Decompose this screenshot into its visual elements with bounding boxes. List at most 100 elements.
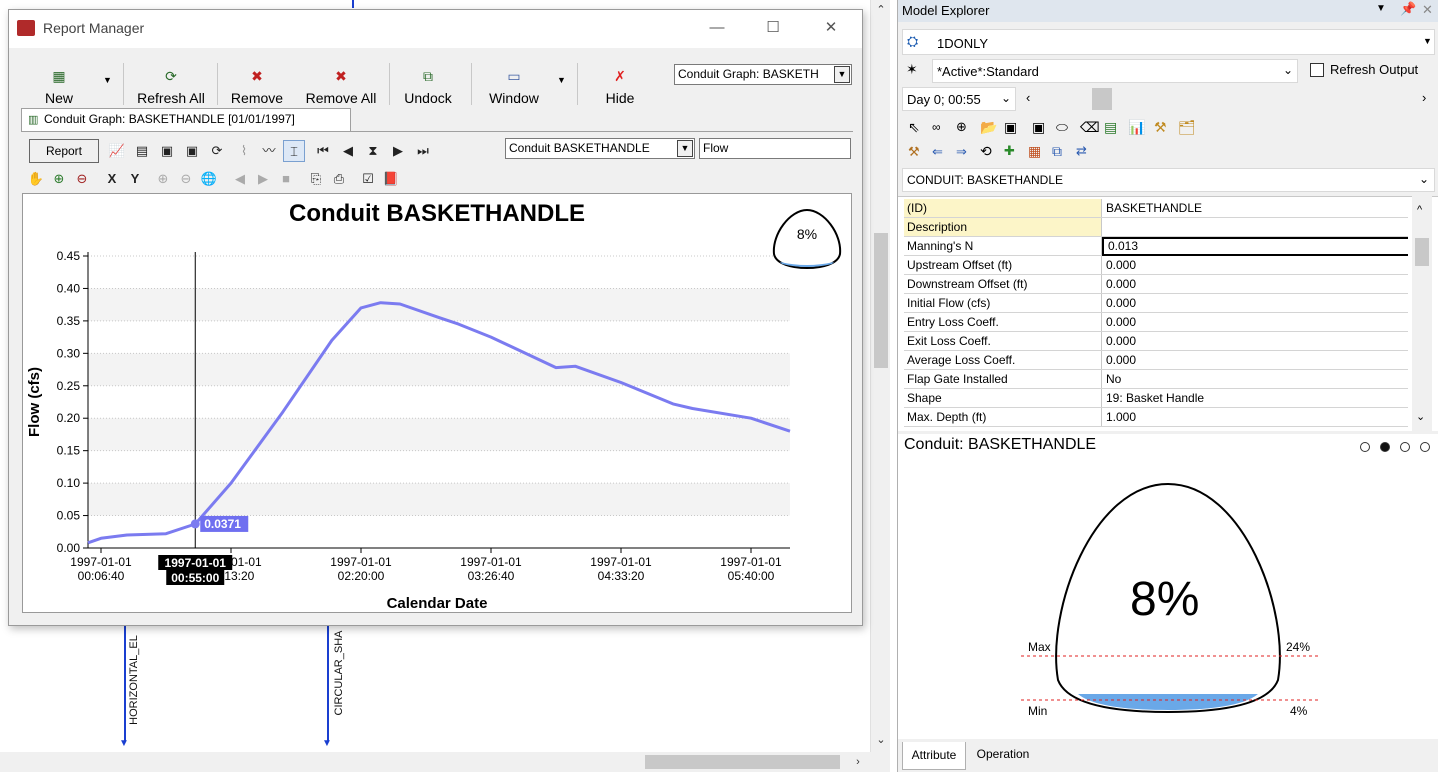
x-axis-icon[interactable]: X: [101, 168, 123, 190]
time-slider[interactable]: ‹ ›: [1022, 87, 1432, 111]
property-row[interactable]: (ID) BASKETHANDLE: [904, 199, 1408, 218]
chevron-down-icon[interactable]: ▼: [677, 140, 693, 157]
add-id-icon[interactable]: ✚: [1004, 143, 1015, 159]
scroll-down-icon[interactable]: ⌄: [873, 732, 889, 748]
refresh-output-checkbox[interactable]: [1310, 63, 1324, 77]
page-dot[interactable]: [1400, 442, 1410, 452]
window-dropdown-icon[interactable]: ▼: [557, 75, 566, 85]
pin-icon[interactable]: 📌: [1400, 1, 1416, 17]
arrow-right-icon[interactable]: ⇒: [956, 144, 967, 160]
chevron-down-icon[interactable]: ⌄: [1001, 91, 1011, 105]
property-row[interactable]: Flap Gate Installed No: [904, 370, 1408, 389]
report-button[interactable]: Report: [29, 139, 99, 163]
panel-menu-icon[interactable]: ▼: [1376, 3, 1386, 14]
property-value[interactable]: BASKETHANDLE: [1102, 199, 1408, 217]
shapes-icon[interactable]: ⬭: [1056, 119, 1068, 136]
refresh-graph-icon[interactable]: ⟳: [206, 140, 228, 162]
zoom-icon[interactable]: ⊕: [956, 119, 967, 135]
scroll-thumb[interactable]: [874, 233, 888, 368]
property-value[interactable]: 1.000: [1102, 408, 1408, 426]
report-manager-window[interactable]: Report Manager — ☐ ✕ ▦ New ▼ ⟳ Refresh A…: [8, 9, 863, 626]
scroll-up-icon[interactable]: ^: [1417, 204, 1422, 216]
new-button[interactable]: ▦ New: [35, 66, 83, 106]
folders-icon[interactable]: 🗂: [1178, 119, 1196, 136]
zoom-window-icon[interactable]: ⊕: [152, 168, 174, 190]
property-row[interactable]: Manning's N 0.013: [904, 237, 1408, 256]
panel-close-icon[interactable]: ✕: [1422, 2, 1433, 18]
chart-style-icon[interactable]: ⌇: [233, 140, 255, 162]
property-grid-scrollbar[interactable]: ^ ⌄: [1412, 196, 1432, 431]
tab-conduit-graph[interactable]: ▥ Conduit Graph: BASKETHANDLE [01/01/199…: [21, 108, 351, 131]
title-bar[interactable]: Report Manager — ☐ ✕: [9, 10, 862, 48]
property-grid[interactable]: (ID) BASKETHANDLE Description Manning's N 0.…: [898, 196, 1438, 431]
property-value[interactable]: No: [1102, 370, 1408, 388]
history-icon[interactable]: ⟲: [980, 143, 992, 160]
page-dot-active[interactable]: [1380, 442, 1390, 452]
property-value[interactable]: 0.000: [1102, 313, 1408, 331]
property-row[interactable]: Shape 19: Basket Handle: [904, 389, 1408, 408]
grid-icon[interactable]: ▦: [1028, 143, 1041, 160]
globe-icon[interactable]: 🌐: [198, 168, 220, 190]
tab-attribute[interactable]: Attribute: [902, 742, 966, 770]
conduit-line[interactable]: [327, 626, 329, 741]
page-dot[interactable]: [1360, 442, 1370, 452]
property-row[interactable]: Downstream Offset (ft) 0.000: [904, 275, 1408, 294]
save-icon[interactable]: ▣: [156, 140, 178, 162]
property-value[interactable]: 0.000: [1102, 351, 1408, 369]
property-row[interactable]: Exit Loss Coeff. 0.000: [904, 332, 1408, 351]
minimize-button[interactable]: —: [699, 10, 735, 48]
copy-icon[interactable]: ⎘: [305, 168, 327, 190]
new-file-icon[interactable]: ▣: [1004, 119, 1017, 136]
network-icon[interactable]: ⧉: [1052, 143, 1062, 160]
next-step-icon[interactable]: ▶: [387, 140, 409, 162]
property-value[interactable]: 0.000: [1102, 294, 1408, 312]
select-arrow-icon[interactable]: ⇖: [908, 119, 920, 136]
property-row[interactable]: Entry Loss Coeff. 0.000: [904, 313, 1408, 332]
first-step-icon[interactable]: ⏮: [312, 140, 334, 162]
scroll-thumb[interactable]: [645, 755, 840, 769]
chevron-right-icon[interactable]: ›: [1422, 90, 1426, 105]
property-value[interactable]: [1102, 218, 1408, 236]
chevron-down-icon[interactable]: ▼: [834, 66, 850, 83]
property-row[interactable]: Description: [904, 218, 1408, 237]
arrow-left-icon[interactable]: ⇐: [932, 144, 943, 160]
remove-all-button[interactable]: ✖ Remove All: [301, 66, 381, 106]
time-select[interactable]: Day 0; 00:55 ⌄: [902, 87, 1016, 111]
scroll-up-icon[interactable]: ⌃: [873, 2, 889, 18]
property-row[interactable]: Max. Depth (ft) 1.000: [904, 408, 1408, 427]
tab-operation[interactable]: Operation: [968, 742, 1038, 768]
map-horizontal-scrollbar[interactable]: ›: [0, 752, 890, 772]
property-row[interactable]: Initial Flow (cfs) 0.000: [904, 294, 1408, 313]
last-step-icon[interactable]: ⏭: [412, 140, 434, 162]
hide-button[interactable]: ✗ Hide: [595, 66, 645, 106]
property-value[interactable]: 0.000: [1102, 332, 1408, 350]
save-icon[interactable]: ▣: [1032, 119, 1045, 136]
map-vertical-scrollbar[interactable]: ⌃ ⌄: [870, 0, 890, 752]
property-row[interactable]: Average Loss Coeff. 0.000: [904, 351, 1408, 370]
object-select[interactable]: Conduit BASKETHANDLE ▼: [505, 138, 695, 159]
undock-button[interactable]: ⧉ Undock: [397, 66, 459, 106]
eraser-icon[interactable]: ⌫: [1080, 119, 1100, 136]
pan-hand-icon[interactable]: ✋: [25, 168, 47, 190]
stop-icon[interactable]: ■: [275, 168, 297, 190]
line-chart-icon[interactable]: 📈: [106, 140, 128, 162]
print-icon[interactable]: ⎙: [328, 168, 350, 190]
property-value[interactable]: 0.013: [1102, 237, 1408, 256]
link-icon[interactable]: ∞: [932, 120, 941, 134]
prev-icon[interactable]: ◀: [229, 168, 251, 190]
new-dropdown-icon[interactable]: ▼: [103, 75, 112, 85]
window-button[interactable]: ▭ Window: [479, 66, 549, 106]
open-folder-icon[interactable]: 📂: [980, 119, 997, 136]
chevron-left-icon[interactable]: ‹: [1026, 90, 1030, 105]
chevron-down-icon[interactable]: ▼: [1423, 36, 1432, 46]
property-row[interactable]: Upstream Offset (ft) 0.000: [904, 256, 1408, 275]
properties-icon[interactable]: ☑: [357, 168, 379, 190]
close-button[interactable]: ✕: [813, 10, 849, 48]
conduit-line[interactable]: [124, 626, 126, 741]
cursor-line-icon[interactable]: ⌶: [283, 140, 305, 162]
property-value[interactable]: 19: Basket Handle: [1102, 389, 1408, 407]
copy-data-icon[interactable]: ▤: [131, 140, 153, 162]
book-icon[interactable]: 📕: [380, 168, 402, 190]
zoom-extent-icon[interactable]: ⊖: [175, 168, 197, 190]
chevron-down-icon[interactable]: ⌄: [1419, 172, 1429, 186]
